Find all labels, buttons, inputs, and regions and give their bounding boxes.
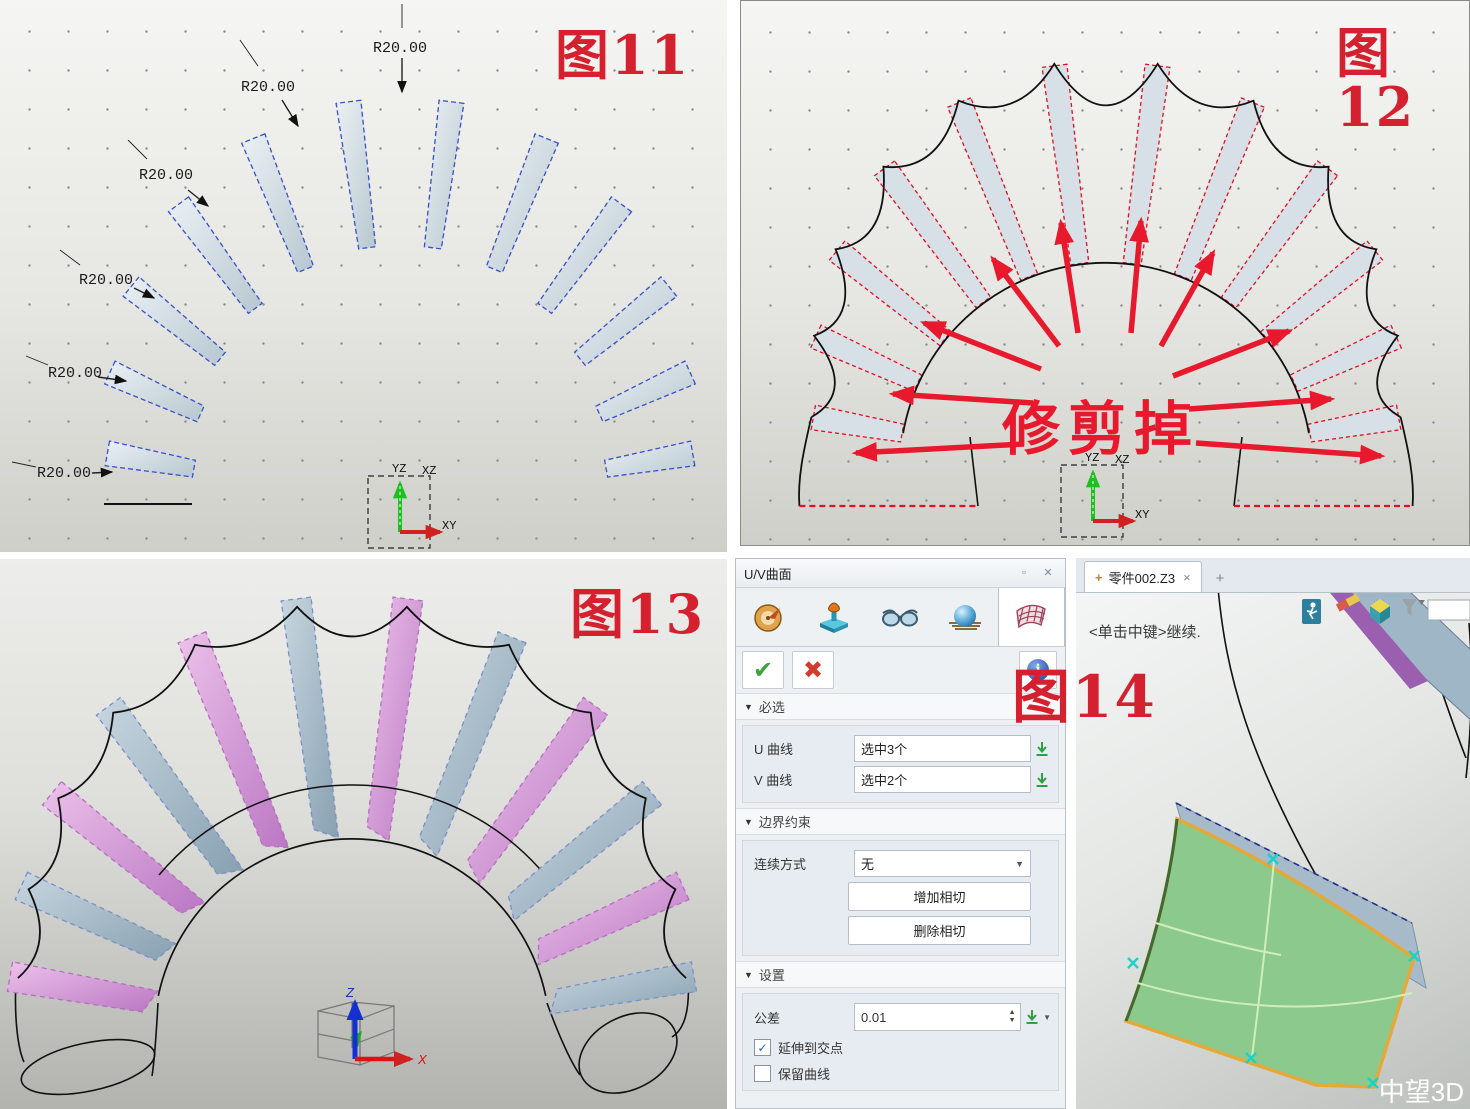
- tolerance-label: 公差: [748, 1008, 854, 1027]
- tab-stamp-icon[interactable]: [801, 588, 866, 646]
- tolerance-stepper[interactable]: 0.01 ▲▼: [854, 1003, 1021, 1031]
- svg-text:R20.00: R20.00: [48, 365, 102, 382]
- document-tabbar: + 零件002.Z3 × +: [1076, 558, 1470, 593]
- uv-surface-panel: U/V曲面 ▫ ✕: [735, 558, 1066, 1109]
- figure-11-sketch-view: YZ XZ XY R20.00 R20.00 R20.00: [0, 0, 727, 552]
- section-settings-body: 公差 0.01 ▲▼ ▼ ✓ 延伸到交点: [742, 993, 1059, 1091]
- continuity-dropdown[interactable]: 无 ▼: [854, 850, 1031, 877]
- figure-label: 图12: [1336, 26, 1469, 134]
- checkbox-icon[interactable]: ✓: [754, 1039, 771, 1056]
- plus-icon: +: [1095, 570, 1103, 585]
- plus-icon: +: [1216, 570, 1225, 587]
- chevron-down-icon[interactable]: ▼: [1043, 1013, 1051, 1022]
- new-tab-button[interactable]: +: [1202, 564, 1239, 592]
- panel-icon-tabs: [736, 588, 1065, 647]
- collapse-arrow-icon: ▼: [744, 970, 753, 980]
- cancel-button[interactable]: ✖: [792, 651, 834, 689]
- figure-14-app-window: U/V曲面 ▫ ✕: [735, 558, 1470, 1109]
- minimize-icon[interactable]: ▫: [1015, 565, 1033, 581]
- section-settings-header[interactable]: ▼ 设置: [736, 961, 1065, 988]
- tab-part-002[interactable]: + 零件002.Z3 ×: [1084, 561, 1202, 592]
- figure-label: 图14: [1012, 668, 1157, 726]
- tab-uv-mesh-icon[interactable]: [998, 588, 1065, 646]
- figure-label: 图11: [555, 28, 690, 82]
- u-curves-pick-icon[interactable]: [1031, 741, 1053, 757]
- watermark: 中望3D: [1379, 1077, 1464, 1107]
- extend-to-intersection-row[interactable]: ✓ 延伸到交点: [754, 1038, 1053, 1057]
- remove-tangent-button[interactable]: 删除相切: [848, 916, 1031, 945]
- figure-label: 图13: [570, 587, 705, 641]
- section-required-body: U 曲线 选中3个 V 曲线 选中2个: [742, 725, 1059, 803]
- screenshot-stage: YZ XZ XY R20.00 R20.00 R20.00: [0, 0, 1470, 1109]
- v-curves-row: V 曲线 选中2个: [748, 766, 1053, 793]
- svg-text:R20.00: R20.00: [139, 167, 193, 184]
- svg-text:XZ: XZ: [422, 464, 436, 478]
- panel-titlebar: U/V曲面 ▫ ✕: [736, 559, 1065, 588]
- tab-dial-icon[interactable]: [736, 588, 801, 646]
- tab-title: 零件002.Z3: [1109, 568, 1175, 587]
- continuity-value: 无: [861, 854, 874, 873]
- collapse-arrow-icon: ▼: [744, 817, 753, 827]
- section-boundary-header[interactable]: ▼ 边界约束: [736, 808, 1065, 835]
- ok-button[interactable]: ✔: [742, 651, 784, 689]
- svg-text:R20.00: R20.00: [241, 79, 295, 96]
- status-prompt: <单击中键>继续.: [1089, 621, 1201, 642]
- svg-text:Z: Z: [345, 985, 355, 1000]
- svg-text:R20.00: R20.00: [37, 465, 91, 482]
- keep-curves-label: 保留曲线: [778, 1064, 830, 1083]
- v-curves-label: V 曲线: [748, 770, 854, 789]
- section-settings-title: 设置: [759, 965, 785, 984]
- fig12-arch-drawing: YZ XZ XY: [799, 64, 1413, 537]
- cross-icon: ✖: [803, 656, 823, 685]
- svg-text:R20.00: R20.00: [373, 40, 427, 57]
- dial-icon: [751, 599, 787, 635]
- continuity-row: 连续方式 无 ▼: [748, 850, 1053, 877]
- section-required-title: 必选: [759, 697, 785, 716]
- tolerance-row: 公差 0.01 ▲▼ ▼: [748, 1003, 1053, 1031]
- close-tab-icon[interactable]: ×: [1183, 570, 1191, 585]
- close-icon[interactable]: ✕: [1039, 565, 1057, 581]
- tab-glasses-icon[interactable]: [867, 588, 932, 646]
- v-curves-pick-icon[interactable]: [1031, 772, 1053, 788]
- document-area: + 零件002.Z3 × +: [1076, 558, 1470, 1109]
- tolerance-value: 0.01: [861, 1010, 1004, 1025]
- panel-title: U/V曲面: [744, 564, 1009, 583]
- tab-sphere-icon[interactable]: [932, 588, 997, 646]
- section-boundary-title: 边界约束: [759, 812, 811, 831]
- figure-13-shaded-view: Z X 图13: [0, 559, 727, 1109]
- continuity-label: 连续方式: [748, 854, 854, 873]
- viewport-geometry: [1126, 593, 1470, 1088]
- tolerance-pick-icon[interactable]: [1021, 1009, 1043, 1025]
- checkbox-icon[interactable]: ✓: [754, 1065, 771, 1082]
- stepper-arrows-icon[interactable]: ▲▼: [1004, 1009, 1020, 1025]
- u-curves-input[interactable]: 选中3个: [854, 735, 1031, 762]
- chevron-down-icon: ▼: [1015, 859, 1024, 869]
- trim-annotation: 修剪掉: [1002, 395, 1200, 463]
- svg-text:YZ: YZ: [392, 462, 406, 476]
- fig13-ribbon-arch: Z X: [7, 597, 696, 1109]
- svg-text:XY: XY: [1135, 508, 1149, 522]
- section-boundary-body: 连续方式 无 ▼ 增加相切 删除相切: [742, 840, 1059, 956]
- glasses-icon: [881, 599, 919, 635]
- u-curves-row: U 曲线 选中3个: [748, 735, 1053, 762]
- figure-12-trim-view: YZ XZ XY 修剪掉 图12: [740, 0, 1470, 546]
- sphere-icon: [946, 599, 984, 635]
- stamp-icon: [816, 599, 852, 635]
- uv-mesh-icon: [1011, 599, 1051, 635]
- v-curves-input[interactable]: 选中2个: [854, 766, 1031, 793]
- check-icon: ✔: [753, 656, 773, 685]
- extend-to-intersection-label: 延伸到交点: [778, 1038, 843, 1057]
- svg-text:R20.00: R20.00: [79, 272, 133, 289]
- svg-text:X: X: [417, 1052, 428, 1067]
- collapse-arrow-icon: ▼: [744, 702, 753, 712]
- u-curves-label: U 曲线: [748, 739, 854, 758]
- add-tangent-button[interactable]: 增加相切: [848, 882, 1031, 911]
- svg-text:XY: XY: [442, 519, 456, 533]
- keep-curves-row[interactable]: ✓ 保留曲线: [754, 1064, 1053, 1083]
